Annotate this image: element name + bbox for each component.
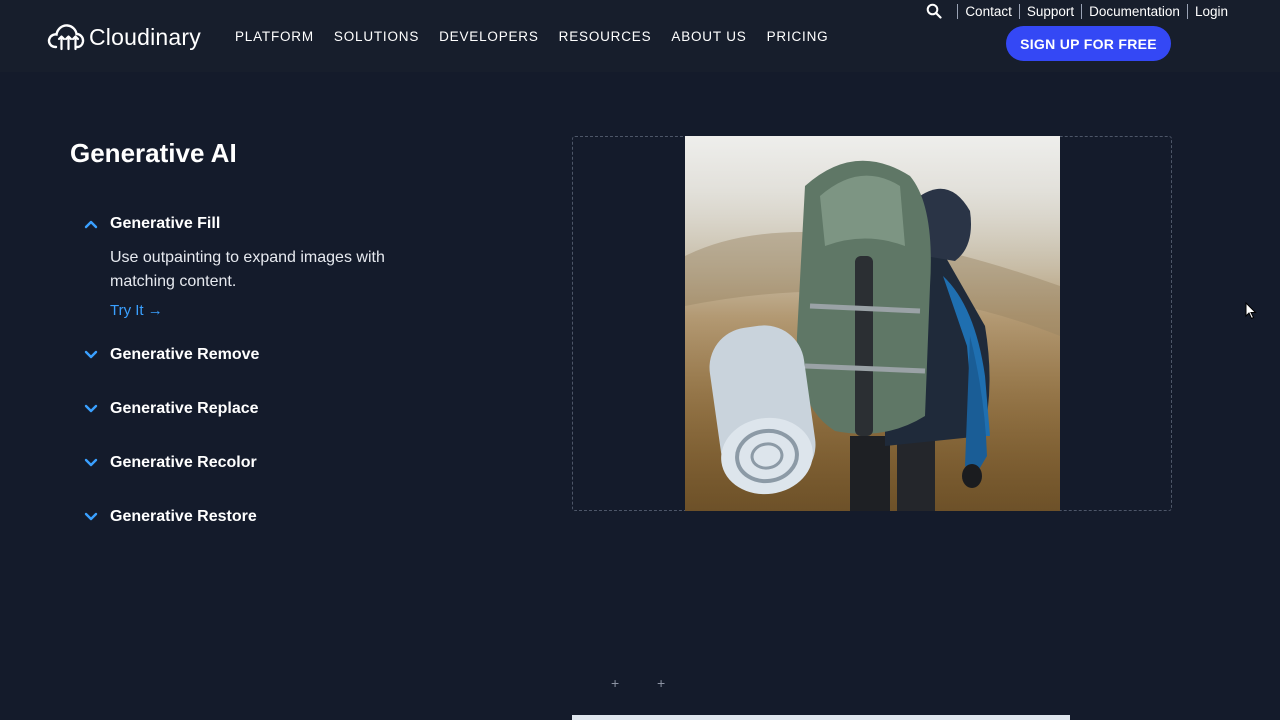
accordion-label: Generative Replace bbox=[110, 400, 259, 417]
contact-link[interactable]: Contact bbox=[965, 4, 1012, 19]
nav-about-us[interactable]: ABOUT US bbox=[671, 29, 746, 44]
chevron-down-icon bbox=[84, 458, 98, 467]
accordion-label: Generative Remove bbox=[110, 346, 260, 363]
section-title: Generative AI bbox=[70, 138, 237, 168]
logo-text: Cloudinary bbox=[89, 23, 201, 50]
signup-button[interactable]: SIGN UP FOR FREE bbox=[1006, 26, 1171, 61]
divider bbox=[1018, 3, 1020, 19]
site-header: Cloudinary PLATFORM SOLUTIONS DEVELOPERS… bbox=[0, 0, 1280, 72]
support-link[interactable]: Support bbox=[1027, 4, 1074, 19]
chevron-up-icon bbox=[84, 220, 98, 229]
nav-solutions[interactable]: SOLUTIONS bbox=[334, 29, 419, 44]
accordion-description: Use outpainting to expand images with ma… bbox=[110, 249, 385, 290]
accordion-item-generative-replace: Generative Replace bbox=[84, 400, 259, 418]
nav-platform[interactable]: PLATFORM bbox=[235, 29, 314, 44]
accordion-item-generative-recolor: Generative Recolor bbox=[84, 454, 257, 472]
accordion-header[interactable]: Generative Remove bbox=[84, 346, 259, 364]
accordion-header[interactable]: Generative Recolor bbox=[84, 454, 257, 472]
plus-icon: + bbox=[611, 675, 620, 691]
chevron-down-icon bbox=[84, 350, 98, 359]
nav-resources[interactable]: RESOURCES bbox=[559, 29, 652, 44]
accordion-label: Generative Fill bbox=[110, 215, 221, 232]
nav-pricing[interactable]: PRICING bbox=[767, 29, 829, 44]
accordion-item-generative-fill: Generative Fill bbox=[84, 215, 220, 233]
accordion-header[interactable]: Generative Restore bbox=[84, 508, 257, 526]
accordion-item-generative-restore: Generative Restore bbox=[84, 508, 257, 526]
accordion-label: Generative Restore bbox=[110, 508, 257, 525]
search-icon[interactable] bbox=[926, 3, 942, 19]
divider bbox=[1081, 3, 1083, 19]
accordion-header[interactable]: Generative Replace bbox=[84, 400, 259, 418]
cloudinary-logo-icon bbox=[47, 24, 85, 51]
next-image-preview bbox=[572, 715, 1070, 720]
hiker-photo bbox=[685, 136, 1060, 511]
accordion-header[interactable]: Generative Fill bbox=[84, 215, 220, 233]
divider bbox=[957, 3, 959, 19]
login-link[interactable]: Login bbox=[1195, 4, 1228, 19]
nav-developers[interactable]: DEVELOPERS bbox=[439, 29, 539, 44]
utility-links: Contact Support Documentation Login bbox=[926, 3, 1228, 19]
documentation-link[interactable]: Documentation bbox=[1089, 4, 1180, 19]
accordion-label: Generative Recolor bbox=[110, 454, 257, 471]
hiker-illustration bbox=[685, 136, 1060, 511]
chevron-down-icon bbox=[84, 404, 98, 413]
try-it-link[interactable]: Try It → bbox=[110, 302, 163, 319]
accordion-item-generative-remove: Generative Remove bbox=[84, 346, 259, 364]
main-nav: PLATFORM SOLUTIONS DEVELOPERS RESOURCES … bbox=[235, 29, 848, 44]
divider bbox=[1186, 3, 1188, 19]
cursor-icon bbox=[1245, 302, 1257, 320]
chevron-down-icon bbox=[84, 512, 98, 521]
plus-icon: + bbox=[657, 675, 666, 691]
logo[interactable]: Cloudinary bbox=[47, 20, 201, 54]
